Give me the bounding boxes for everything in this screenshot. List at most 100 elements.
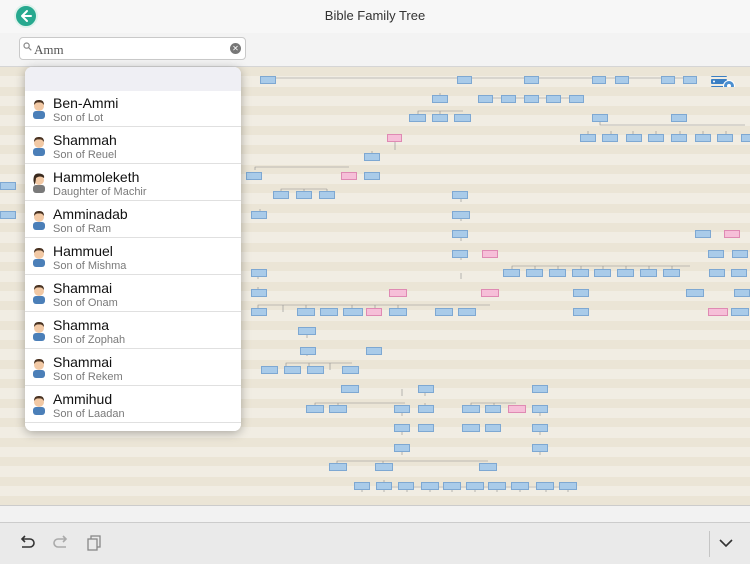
tree-node[interactable] — [457, 76, 472, 84]
tree-node[interactable] — [298, 327, 316, 335]
tree-node[interactable] — [251, 269, 267, 277]
clear-search-icon[interactable]: ✕ — [230, 43, 241, 54]
tree-node[interactable] — [478, 95, 493, 103]
tree-node[interactable] — [683, 76, 697, 84]
tree-node[interactable] — [389, 308, 407, 316]
tree-node[interactable] — [532, 385, 548, 393]
tree-node[interactable] — [432, 95, 448, 103]
tree-node[interactable] — [640, 269, 657, 277]
tree-node[interactable] — [573, 289, 589, 297]
tree-node[interactable] — [246, 172, 262, 180]
tree-node[interactable] — [511, 482, 529, 490]
chevron-down-icon[interactable] — [718, 538, 734, 548]
tree-node[interactable] — [732, 250, 748, 258]
tree-node[interactable] — [418, 424, 434, 432]
search-result-row[interactable]: Ammihud Son of Laadan — [25, 387, 241, 423]
tree-node[interactable] — [307, 366, 324, 374]
tree-node[interactable] — [592, 114, 608, 122]
copy-icon[interactable] — [86, 535, 102, 551]
tree-node[interactable] — [686, 289, 704, 297]
tree-node[interactable] — [297, 308, 315, 316]
tree-node[interactable] — [671, 114, 687, 122]
search-result-row[interactable]: Hammoleketh Daughter of Machir — [25, 165, 241, 201]
tree-node[interactable] — [300, 347, 316, 355]
redo-icon[interactable] — [52, 535, 70, 551]
tree-node[interactable] — [329, 463, 347, 471]
tree-node[interactable] — [418, 405, 434, 413]
tree-node[interactable] — [526, 269, 543, 277]
tree-node[interactable] — [615, 76, 629, 84]
tree-node[interactable] — [501, 95, 516, 103]
tree-node[interactable] — [394, 405, 410, 413]
tree-node[interactable] — [559, 482, 577, 490]
tree-node[interactable] — [546, 95, 561, 103]
tree-node[interactable] — [488, 482, 506, 490]
tree-node[interactable] — [260, 76, 276, 84]
tree-node[interactable] — [435, 308, 453, 316]
search-result-row[interactable]: Shammai Son of Onam — [25, 276, 241, 312]
tree-node[interactable] — [418, 385, 434, 393]
tree-node[interactable] — [462, 424, 480, 432]
tree-node[interactable] — [695, 230, 711, 238]
tree-node[interactable] — [503, 269, 520, 277]
tree-node[interactable] — [452, 250, 468, 258]
tree-node[interactable] — [354, 482, 370, 490]
undo-icon[interactable] — [18, 535, 36, 551]
tree-node[interactable] — [341, 172, 357, 180]
tree-node[interactable] — [734, 289, 750, 297]
tree-node[interactable] — [479, 463, 497, 471]
tree-node[interactable] — [398, 482, 414, 490]
search-input[interactable] — [32, 39, 232, 60]
tree-node[interactable] — [462, 405, 480, 413]
tree-node[interactable] — [387, 134, 402, 142]
tree-node[interactable] — [524, 95, 539, 103]
tree-node[interactable] — [594, 269, 611, 277]
tree-node[interactable] — [648, 134, 664, 142]
tree-node[interactable] — [251, 211, 267, 219]
tree-node[interactable] — [421, 482, 439, 490]
tree-node[interactable] — [661, 76, 675, 84]
tree-node[interactable] — [342, 366, 359, 374]
tree-node[interactable] — [671, 134, 687, 142]
tree-node[interactable] — [0, 211, 16, 219]
tree-node[interactable] — [375, 463, 393, 471]
tree-node[interactable] — [319, 191, 335, 199]
tree-node[interactable] — [532, 444, 548, 452]
tree-node[interactable] — [343, 308, 363, 316]
tree-node[interactable] — [394, 444, 410, 452]
tree-node[interactable] — [508, 405, 526, 413]
tree-node[interactable] — [432, 114, 448, 122]
search-result-row[interactable]: Shammah Son of Reuel — [25, 128, 241, 164]
tree-node[interactable] — [394, 424, 410, 432]
search-field[interactable]: ✕ — [19, 37, 246, 60]
tree-node[interactable] — [466, 482, 484, 490]
tree-node[interactable] — [663, 269, 680, 277]
search-result-row[interactable]: Ammihud — [25, 424, 241, 431]
tree-node[interactable] — [296, 191, 312, 199]
tree-node[interactable] — [452, 230, 468, 238]
tree-node[interactable] — [602, 134, 618, 142]
tree-node[interactable] — [458, 308, 476, 316]
tree-node[interactable] — [284, 366, 301, 374]
search-result-row[interactable]: Hammuel Son of Mishma — [25, 239, 241, 275]
tree-node[interactable] — [549, 269, 566, 277]
tree-node[interactable] — [731, 308, 749, 316]
tree-node[interactable] — [626, 134, 642, 142]
tree-node[interactable] — [329, 405, 347, 413]
tree-node[interactable] — [273, 191, 289, 199]
tree-node[interactable] — [251, 289, 267, 297]
search-results-dropdown[interactable]: Ben-Ammi Son of Lot Shammah Son of Reuel Ham… — [25, 67, 241, 431]
tree-node[interactable] — [592, 76, 606, 84]
search-result-row[interactable]: Shammai Son of Rekem — [25, 350, 241, 386]
tree-node[interactable] — [709, 269, 725, 277]
tree-node[interactable] — [366, 308, 382, 316]
tree-node[interactable] — [341, 385, 359, 393]
tree-node[interactable] — [532, 405, 548, 413]
tree-node[interactable] — [485, 424, 501, 432]
tree-node[interactable] — [389, 289, 407, 297]
tree-node[interactable] — [532, 424, 548, 432]
tree-node[interactable] — [695, 134, 711, 142]
tree-node[interactable] — [708, 308, 728, 316]
tree-node[interactable] — [454, 114, 471, 122]
tree-node[interactable] — [482, 250, 498, 258]
